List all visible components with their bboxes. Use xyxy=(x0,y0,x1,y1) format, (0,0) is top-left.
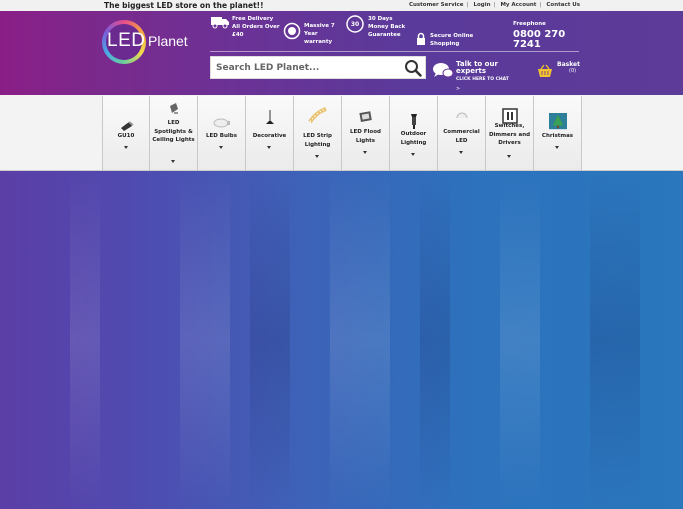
nav-item-label: LED Spotlights & Ceiling Lights xyxy=(152,120,195,143)
nav-item-label: Outdoor Lighting xyxy=(400,131,427,146)
nav-item-label: Christmas xyxy=(541,133,574,139)
header-divider xyxy=(210,51,579,52)
pendant-lamp-icon xyxy=(266,110,274,124)
chevron-down-icon xyxy=(363,151,367,154)
nav-item-decorative[interactable]: Decorative xyxy=(246,96,294,170)
spotlight-icon xyxy=(170,103,178,114)
hero-banner xyxy=(0,171,683,509)
nav-item-label: Commercial LED xyxy=(443,129,480,144)
usp-warranty-text: Massive 7 Year warranty xyxy=(304,23,335,45)
nav-item-christmas[interactable]: Christmas xyxy=(534,96,582,170)
chevron-down-icon xyxy=(315,155,319,158)
usp-warranty: Massive 7 Year warranty xyxy=(283,22,343,50)
basket-label: Basket xyxy=(557,61,580,68)
money-back-icon: 30 xyxy=(346,15,364,33)
chevron-down-icon xyxy=(219,146,223,149)
chevron-down-icon xyxy=(267,146,271,149)
chat-cta[interactable]: CLICK HERE TO CHAT xyxy=(456,77,509,82)
basket[interactable]: Basket (0) xyxy=(537,59,583,87)
nav-item-spotlights[interactable]: LED Spotlights & Ceiling Lights xyxy=(150,96,198,170)
my-account-link[interactable]: My Account xyxy=(500,2,536,8)
live-chat[interactable]: Talk to our experts CLICK HERE TO CHAT > xyxy=(432,59,527,92)
freephone-label: Freephone xyxy=(513,21,546,27)
top-bar: The biggest LED store on the planet!! Cu… xyxy=(0,0,683,11)
nav-item-outdoor[interactable]: Outdoor Lighting xyxy=(390,96,438,170)
chevron-down-icon xyxy=(507,155,511,158)
shadow-streak xyxy=(250,171,290,509)
search-icon xyxy=(405,60,422,77)
contact-us-link[interactable]: Contact Us xyxy=(546,2,580,8)
logo-led-text: LED xyxy=(107,30,146,51)
warranty-badge-icon xyxy=(283,22,301,40)
site-logo[interactable]: LED Planet xyxy=(102,20,188,64)
nav-item-gu10[interactable]: GU10 xyxy=(102,96,150,170)
search-input[interactable] xyxy=(211,57,401,78)
nav-item-label: GU10 xyxy=(117,133,135,139)
nav-item-commercial[interactable]: Commercial LED xyxy=(438,96,486,170)
usp-free-delivery: Free Delivery All Orders Over £40 xyxy=(210,15,280,49)
money-back-badge: 30 xyxy=(351,21,359,28)
lantern-icon xyxy=(411,114,417,129)
nav-item-label: LED Flood Lights xyxy=(350,129,381,144)
chevron-down-icon xyxy=(459,151,463,154)
light-streak xyxy=(500,171,540,509)
nav-item-label: Switches, Dimmers and Drivers xyxy=(488,123,531,146)
nav-item-label: LED Bulbs xyxy=(206,133,237,139)
light-streak xyxy=(70,171,100,509)
search-button[interactable] xyxy=(403,58,423,78)
nav-item-label: LED Strip Lighting xyxy=(303,133,332,148)
commercial-light-icon xyxy=(456,112,468,119)
usp-secure: Secure Online Shopping xyxy=(416,32,486,50)
floodlight-icon xyxy=(359,111,372,122)
nav-item-flood-lights[interactable]: LED Flood Lights xyxy=(342,96,390,170)
nav-item-label: Decorative xyxy=(252,133,287,139)
bulb-icon xyxy=(213,118,230,128)
chat-title: Talk to our experts xyxy=(456,60,498,75)
nav-item-switches[interactable]: Switches, Dimmers and Drivers xyxy=(486,96,534,170)
login-link[interactable]: Login xyxy=(473,2,490,8)
light-streak xyxy=(180,171,230,509)
category-nav: GU10 LED Spotlights & Ceiling Lights LED… xyxy=(0,95,683,171)
basket-icon xyxy=(538,64,552,77)
usp-money-back-text: 30 Days Money Back Guarantee xyxy=(368,16,406,38)
led-strip-icon xyxy=(308,107,327,124)
chevron-down-icon xyxy=(171,160,175,163)
phone-number[interactable]: 0800 270 7241 xyxy=(513,30,583,50)
customer-service-link[interactable]: Customer Service xyxy=(409,2,464,8)
basket-count: (0) xyxy=(569,68,577,74)
chevron-down-icon xyxy=(411,153,415,156)
search-bar xyxy=(210,56,426,79)
chat-arrow: > xyxy=(456,86,461,92)
nav-item-led-strip[interactable]: LED Strip Lighting xyxy=(294,96,342,170)
chevron-down-icon xyxy=(124,146,128,149)
logo-planet-text: Planet xyxy=(148,33,188,49)
padlock-icon xyxy=(417,32,425,45)
delivery-truck-icon xyxy=(211,17,229,29)
shadow-streak xyxy=(590,171,640,509)
chat-bubbles-icon xyxy=(433,63,454,78)
usp-free-delivery-text: Free Delivery All Orders Over £40 xyxy=(232,16,280,38)
usp-secure-text: Secure Online Shopping xyxy=(430,33,474,47)
tagline: The biggest LED store on the planet!! xyxy=(104,1,264,10)
usp-money-back: 30 30 Days Money Back Guarantee xyxy=(346,15,408,51)
shadow-streak xyxy=(420,171,450,509)
nav-item-led-bulbs[interactable]: LED Bulbs xyxy=(198,96,246,170)
light-streak xyxy=(330,171,390,509)
chevron-down-icon xyxy=(555,146,559,149)
christmas-tree-icon xyxy=(549,113,567,130)
top-links: Customer Service | Login | My Account | Con… xyxy=(408,2,580,8)
site-header: LED Planet Free Delivery All Orders Over… xyxy=(0,11,683,95)
